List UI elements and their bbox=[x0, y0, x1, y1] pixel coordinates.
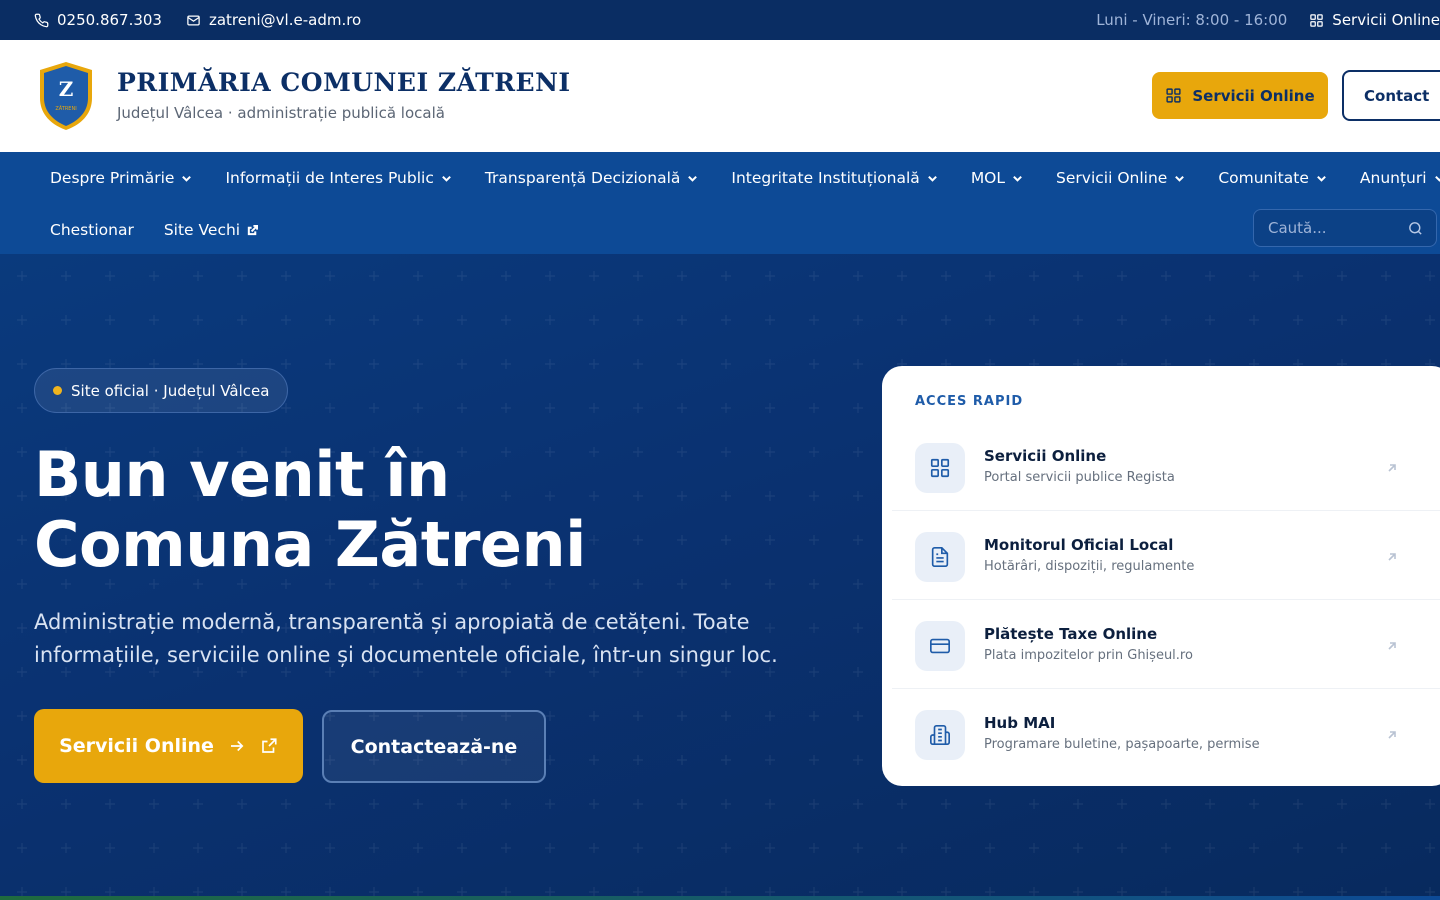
quick-access-item-subtitle: Plata impozitelor prin Ghișeul.ro bbox=[984, 648, 1193, 663]
nav-item-informatii-interes-public[interactable]: Informații de Interes Public bbox=[225, 166, 451, 190]
external-link-icon bbox=[247, 224, 259, 235]
chevron-down-icon bbox=[688, 175, 698, 182]
nav-item-transparenta-decizionala[interactable]: Transparență Decizională bbox=[485, 166, 699, 190]
quick-access-item-title: Plătește Taxe Online bbox=[984, 625, 1158, 643]
arrow-up-right-icon bbox=[1386, 459, 1398, 472]
nav-item-mol[interactable]: MOL bbox=[971, 166, 1023, 190]
hero-title-line1: Bun venit în bbox=[34, 438, 450, 511]
chevron-down-icon bbox=[182, 175, 192, 182]
badge-label: Site oficial · Județul Vâlcea bbox=[71, 381, 270, 400]
nav-label: Site Vechi bbox=[163, 221, 241, 239]
chevron-down-icon bbox=[1317, 175, 1326, 182]
nav-label: Anunțuri bbox=[1359, 169, 1427, 187]
site-header: Z ZĂTRENI PRIMĂRIA COMUNEI ZĂTRENI Județ… bbox=[0, 40, 1440, 152]
quick-access-item-title: Monitorul Oficial Local bbox=[984, 536, 1174, 554]
official-site-badge: Site oficial · Județul Vâlcea bbox=[34, 368, 289, 413]
quick-access-item-servicii-online[interactable]: Servicii Online Portal servicii publice … bbox=[892, 423, 1440, 511]
quick-access-item-subtitle: Programare buletine, pașapoarte, permise bbox=[984, 737, 1260, 752]
footer-accent-line bbox=[0, 896, 1440, 900]
email-address: zatreni@vl.e-adm.ro bbox=[208, 11, 362, 29]
quick-access-card: ACCES RAPID Servicii Online Portal servi… bbox=[882, 366, 1440, 786]
nav-label: Despre Primărie bbox=[50, 169, 175, 187]
topbar-online-services-link[interactable]: Servicii Online bbox=[1309, 11, 1440, 29]
phone-link[interactable]: 0250.867.303 bbox=[34, 11, 162, 29]
nav-label: Servicii Online bbox=[1056, 169, 1168, 187]
search-box[interactable] bbox=[1253, 209, 1437, 247]
nav-item-integritate-institutionala[interactable]: Integritate Instituțională bbox=[731, 166, 937, 190]
phone-icon bbox=[34, 13, 49, 27]
hero-contact-label: Contactează-ne bbox=[350, 735, 518, 758]
office-hours: Luni - Vineri: 8:00 - 16:00 bbox=[1096, 11, 1288, 29]
chevron-down-icon bbox=[1013, 175, 1022, 182]
grid-icon bbox=[1310, 13, 1324, 27]
topbar-online-services-label: Servicii Online bbox=[1332, 11, 1440, 29]
quick-access-item-monitorul-oficial[interactable]: Monitorul Oficial Local Hotărâri, dispoz… bbox=[892, 512, 1440, 600]
site-title[interactable]: PRIMĂRIA COMUNEI ZĂTRENI bbox=[117, 68, 571, 97]
email-link[interactable]: zatreni@vl.e-adm.ro bbox=[186, 11, 361, 29]
document-icon bbox=[931, 547, 949, 567]
chevron-down-icon bbox=[441, 175, 451, 182]
grid-icon bbox=[930, 458, 950, 478]
status-dot bbox=[53, 386, 62, 395]
header-contact-button[interactable]: Contact bbox=[1342, 70, 1440, 121]
external-link-icon bbox=[262, 738, 277, 753]
nav-item-servicii-online[interactable]: Servicii Online bbox=[1056, 166, 1185, 190]
grid-icon bbox=[1166, 88, 1181, 103]
nav-label: Informații de Interes Public bbox=[225, 169, 434, 187]
hero-section: Site oficial · Județul Vâlcea Bun venit … bbox=[0, 254, 1440, 900]
arrow-up-right-icon bbox=[1386, 637, 1398, 650]
search-input[interactable] bbox=[1268, 219, 1398, 237]
quick-access-icon-box bbox=[915, 443, 965, 493]
quick-access-item-plateste-taxe[interactable]: Plătește Taxe Online Plata impozitelor p… bbox=[892, 601, 1440, 689]
chevron-down-icon bbox=[927, 175, 937, 182]
chevron-down-icon bbox=[1175, 175, 1185, 182]
nav-label: Comunitate bbox=[1218, 169, 1309, 187]
quick-access-item-title: Hub MAI bbox=[984, 714, 1056, 732]
header-online-services-label: Servicii Online bbox=[1192, 86, 1315, 105]
nav-label: Integritate Instituțională bbox=[731, 169, 920, 187]
main-navigation: Despre Primărie Informații de Interes Pu… bbox=[0, 152, 1440, 254]
nav-label: Chestionar bbox=[50, 221, 134, 239]
quick-access-item-title: Servicii Online bbox=[984, 447, 1107, 465]
phone-number: 0250.867.303 bbox=[57, 11, 162, 29]
arrow-up-right-icon bbox=[1386, 726, 1398, 739]
nav-item-despre-primarie[interactable]: Despre Primărie bbox=[50, 166, 192, 190]
svg-text:ZĂTRENI: ZĂTRENI bbox=[55, 105, 76, 112]
quick-access-icon-box bbox=[915, 710, 965, 760]
nav-item-anunturi[interactable]: Anunțuri bbox=[1360, 166, 1440, 190]
site-subtitle: Județul Vâlcea · administrație publică l… bbox=[117, 104, 445, 122]
hero-contact-button[interactable]: Contactează-ne bbox=[322, 710, 546, 783]
nav-item-comunitate[interactable]: Comunitate bbox=[1218, 166, 1327, 190]
chevron-down-icon bbox=[1434, 175, 1440, 182]
quick-access-item-subtitle: Portal servicii publice Regista bbox=[984, 470, 1175, 485]
building-icon bbox=[930, 725, 950, 745]
hero-title-line2: Comuna Zătreni bbox=[34, 508, 586, 581]
top-bar: 0250.867.303 zatreni@vl.e-adm.ro Luni - … bbox=[0, 0, 1440, 40]
quick-access-item-hub-mai[interactable]: Hub MAI Programare buletine, pașapoarte,… bbox=[892, 690, 1440, 778]
coat-of-arms-logo[interactable]: Z ZĂTRENI bbox=[38, 60, 94, 132]
hero-title: Bun venit în Comuna Zătreni bbox=[34, 440, 586, 580]
card-icon bbox=[930, 638, 950, 654]
mail-icon bbox=[187, 15, 200, 25]
hero-online-services-label: Servicii Online bbox=[59, 735, 214, 757]
nav-item-chestionar[interactable]: Chestionar bbox=[50, 218, 134, 242]
hero-online-services-button[interactable]: Servicii Online bbox=[34, 709, 303, 783]
search-icon[interactable] bbox=[1407, 220, 1424, 237]
svg-text:Z: Z bbox=[59, 77, 74, 101]
arrow-up-right-icon bbox=[1386, 548, 1398, 561]
nav-label: MOL bbox=[970, 169, 1006, 187]
header-online-services-button[interactable]: Servicii Online bbox=[1152, 72, 1328, 119]
quick-access-title: ACCES RAPID bbox=[915, 394, 1024, 409]
header-contact-label: Contact bbox=[1364, 86, 1430, 105]
arrow-right-icon bbox=[230, 740, 244, 752]
nav-label: Transparență Decizională bbox=[484, 169, 681, 187]
nav-item-site-vechi[interactable]: Site Vechi bbox=[163, 218, 259, 242]
quick-access-icon-box bbox=[915, 621, 965, 671]
hero-description: Administrație modernă, transparentă și a… bbox=[34, 610, 778, 667]
quick-access-icon-box bbox=[915, 532, 965, 582]
quick-access-item-subtitle: Hotărâri, dispoziții, regulamente bbox=[984, 559, 1195, 574]
